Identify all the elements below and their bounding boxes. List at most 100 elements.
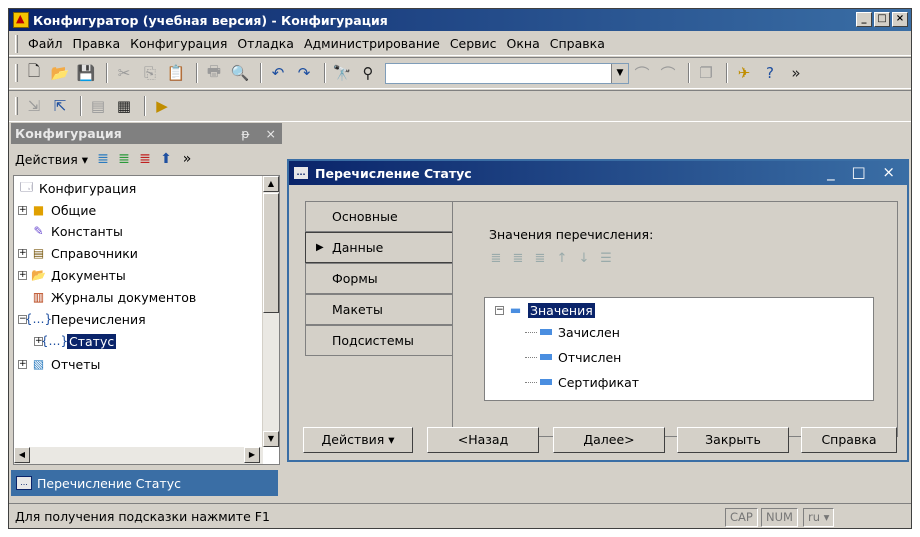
child-title-bar[interactable]: ... Перечисление Статус _ □ × [289,161,907,185]
save-icon[interactable]: 💾 [75,62,97,84]
collapse-icon[interactable]: − [495,305,504,315]
menu-debug[interactable]: Отладка [232,34,299,53]
move-up-icon[interactable]: ⬆ [157,150,175,168]
move-down-icon[interactable]: ↓ [575,249,593,267]
tree-node-status[interactable]: + {…} Статус [34,331,117,351]
open-file-icon[interactable]: 📂 [49,62,71,84]
child-maximize-button[interactable]: □ [851,163,871,181]
menubar-grip[interactable] [15,34,18,53]
menu-edit[interactable]: Правка [68,34,126,53]
value-icon [540,354,552,360]
db-structure-icon[interactable]: ▤ [87,95,109,117]
constants-icon: ✎ [33,224,44,238]
toolbar-grip[interactable] [15,64,18,82]
child-close-button[interactable]: × [882,163,901,181]
db-update-icon[interactable]: ⇱ [49,95,71,117]
tree-node-values-root[interactable]: − ▬ Значения [495,300,595,320]
find-prev-icon[interactable]: ⌒ [631,62,653,84]
tab-subsystems[interactable]: Подсистемы [305,325,453,356]
windows-icon[interactable]: ❐ [695,62,717,84]
enum-values-label: Значения перечисления: [489,227,654,242]
menu-help[interactable]: Справка [545,34,610,53]
actions-button[interactable]: Действия ▾ [303,427,413,453]
db-load-icon[interactable]: ⇲ [23,95,45,117]
tree-node-catalogs[interactable]: + ▤ Справочники [18,243,138,263]
cut-icon[interactable]: ✂ [113,62,135,84]
actions-overflow-icon[interactable]: » [178,150,196,168]
scroll-down-icon[interactable]: ▼ [263,431,279,447]
run-enterprise-icon[interactable]: ▶ [151,95,173,117]
find-icon[interactable]: 🔭 [331,62,353,84]
find-forward-icon[interactable]: ⌒ [657,62,679,84]
help-button[interactable]: Справка [801,427,897,453]
toolbar2-grip[interactable] [15,97,18,115]
add-value-icon[interactable]: ≣ [487,249,505,267]
tab-forms[interactable]: Формы [305,263,453,294]
scroll-right-icon[interactable]: ▶ [244,447,260,463]
delete-icon[interactable]: ≣ [136,150,154,168]
tree-node-journals[interactable]: ▥ Журналы документов [30,287,196,307]
search-combo[interactable]: ▼ [385,62,629,84]
expand-icon[interactable]: + [18,359,27,369]
next-button[interactable]: Далее> [553,427,665,453]
expand-icon[interactable]: + [18,270,27,280]
panel-actions-button[interactable]: Действия ▾ [15,152,88,167]
db-table-icon[interactable]: ▦ [113,95,135,117]
title-bar[interactable]: Конфигуратор (учебная версия) - Конфигур… [9,9,911,31]
tree-node-constants[interactable]: ✎ Константы [30,221,122,241]
add-icon[interactable]: ≣ [94,150,112,168]
panel-close-icon[interactable]: × [266,126,276,141]
tab-templates[interactable]: Макеты [305,294,453,325]
sort-icon[interactable]: ☰ [597,249,615,267]
move-up-icon[interactable]: ↑ [553,249,571,267]
value-icon [540,329,552,335]
scroll-left-icon[interactable]: ◀ [14,447,30,463]
back-button[interactable]: <Назад [427,427,539,453]
maximize-button[interactable]: □ [874,12,890,27]
child-minimize-button[interactable]: _ [827,163,841,181]
tree-node-documents[interactable]: + 📂 Документы [18,265,126,285]
close-button[interactable]: × [892,12,908,27]
menu-administration[interactable]: Администрирование [299,34,445,53]
tab-main[interactable]: Основные [305,201,453,232]
tree-horizontal-scrollbar[interactable]: ◀ ▶ [14,447,263,464]
list-item[interactable]: Отчислен [525,347,621,367]
list-item[interactable]: Сертификат [525,372,639,392]
scroll-thumb[interactable] [263,193,279,313]
expand-icon[interactable]: + [18,205,27,215]
new-file-icon[interactable]: 🗋 [23,62,45,84]
print-icon[interactable]: 🖶 [203,62,225,84]
preview-icon[interactable]: 🔍 [229,62,251,84]
minimize-button[interactable]: _ [856,12,872,27]
debug-run-icon[interactable]: ✈ [733,62,755,84]
tree-node-reports[interactable]: + ▧ Отчеты [18,354,100,374]
syntax-help-icon[interactable]: ? [759,62,781,84]
expand-icon[interactable]: + [18,248,27,258]
tree-node-configuration[interactable]: 🗔 Конфигурация [18,178,136,198]
paste-icon[interactable]: 📋 [165,62,187,84]
tree-node-common[interactable]: + ■ Общие [18,200,96,220]
menu-configuration[interactable]: Конфигурация [125,34,232,53]
scroll-up-icon[interactable]: ▲ [263,176,279,192]
undo-icon[interactable]: ↶ [267,62,289,84]
edit-value-icon[interactable]: ≣ [509,249,527,267]
close-dialog-button[interactable]: Закрыть [677,427,789,453]
toolbar-overflow-icon[interactable]: » [785,62,807,84]
window-tab-enum-status[interactable]: ... Перечисление Статус [11,470,278,496]
menu-service[interactable]: Сервис [445,34,502,53]
copy-icon[interactable]: ⎘ [139,62,161,84]
pin-icon[interactable]: ᵽ [241,126,249,141]
language-selector[interactable]: ru ▾ [803,508,835,527]
menu-file[interactable]: Файл [23,34,68,53]
delete-value-icon[interactable]: ≣ [531,249,549,267]
child-window-title: Перечисление Статус [315,165,472,181]
tree-node-enums[interactable]: − {…} Перечисления [18,309,146,329]
list-item[interactable]: Зачислен [525,322,620,342]
edit-icon[interactable]: ≣ [115,150,133,168]
redo-icon[interactable]: ↷ [293,62,315,84]
chevron-down-icon[interactable]: ▼ [611,63,628,83]
menu-windows[interactable]: Окна [502,34,545,53]
tree-vertical-scrollbar[interactable]: ▲ ▼ [262,176,279,447]
find-next-icon[interactable]: ⚲ [357,62,379,84]
tab-data[interactable]: ▶ Данные [305,232,453,263]
